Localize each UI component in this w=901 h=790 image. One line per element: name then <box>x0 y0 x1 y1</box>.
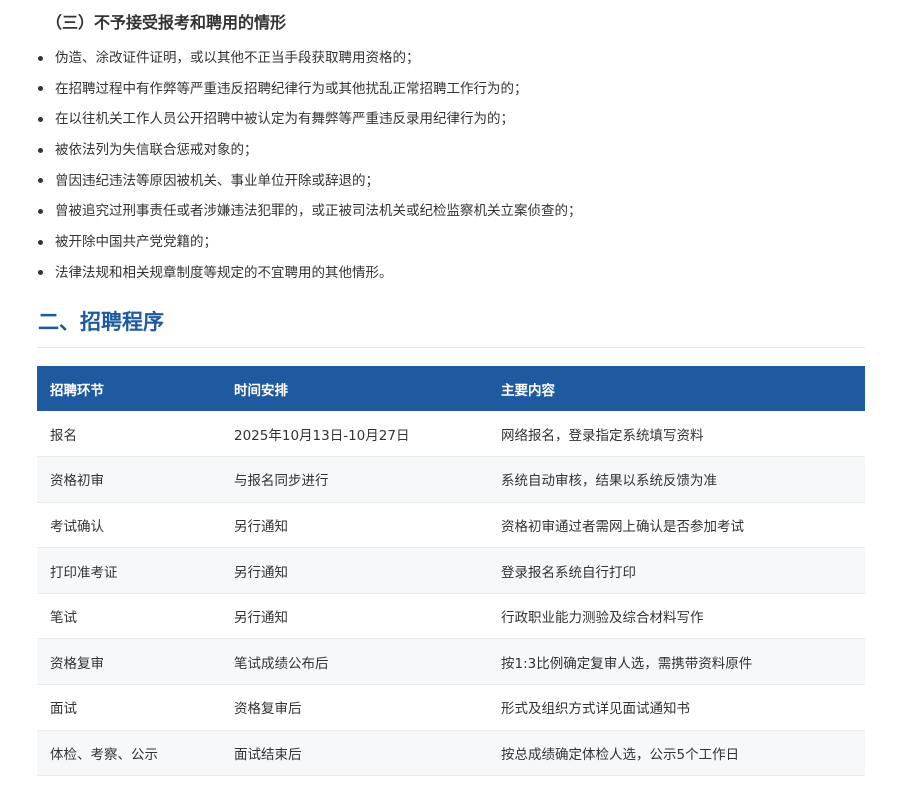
table-header-row: 招聘环节 时间安排 主要内容 <box>37 366 865 411</box>
column-header-schedule: 时间安排 <box>234 382 288 399</box>
column-header-content: 主要内容 <box>501 382 555 399</box>
column-header-stage: 招聘环节 <box>50 382 104 399</box>
cell-stage: 体检、考察、公示 <box>50 746 158 763</box>
list-item-text: 法律法规和相关规章制度等规定的不宜聘用的其他情形。 <box>55 264 393 281</box>
table-row: 笔试 另行通知 行政职业能力测验及综合材料写作 <box>37 593 865 639</box>
list-item-text: 被依法列为失信联合惩戒对象的； <box>55 142 258 159</box>
cell-schedule: 笔试成绩公布后 <box>234 655 329 672</box>
list-item: 曾被追究过刑事责任或者涉嫌违法犯罪的，或正被司法机关或纪检监察机关立案侦查的； <box>37 199 582 230</box>
bullet-icon <box>38 147 43 153</box>
list-item: 被开除中国共产党党籍的； <box>37 230 582 261</box>
list-item-text: 曾被追究过刑事责任或者涉嫌违法犯罪的，或正被司法机关或纪检监察机关立案侦查的； <box>55 203 582 220</box>
table-row: 资格复审 笔试成绩公布后 按1:3比例确定复审人选，需携带资料原件 <box>37 638 865 685</box>
cell-schedule: 另行通知 <box>234 564 288 581</box>
table-row: 资格初审 与报名同步进行 系统自动审核，结果以系统反馈为准 <box>37 456 865 503</box>
cell-stage: 报名 <box>50 427 77 444</box>
cell-content: 资格初审通过者需网上确认是否参加考试 <box>501 518 744 535</box>
bullet-icon <box>38 178 43 184</box>
cell-content: 形式及组织方式详见面试通知书 <box>501 701 690 718</box>
list-item: 法律法规和相关规章制度等规定的不宜聘用的其他情形。 <box>37 261 582 292</box>
cell-stage: 资格初审 <box>50 473 104 490</box>
table-row: 考试确认 另行通知 资格初审通过者需网上确认是否参加考试 <box>37 502 865 548</box>
cell-schedule: 2025年10月13日-10月27日 <box>234 427 410 444</box>
cell-content: 按总成绩确定体检人选，公示5个工作日 <box>501 746 740 763</box>
table-row: 体检、考察、公示 面试结束后 按总成绩确定体检人选，公示5个工作日 <box>37 730 865 776</box>
section-divider <box>37 347 865 348</box>
cell-content: 登录报名系统自行打印 <box>501 564 636 581</box>
recruitment-procedure-table: 招聘环节 时间安排 主要内容 报名 2025年10月13日-10月27日 网络报… <box>37 366 865 776</box>
cell-stage: 考试确认 <box>50 518 104 535</box>
list-item-text: 被开除中国共产党党籍的； <box>55 234 217 251</box>
cell-schedule: 资格复审后 <box>234 701 302 718</box>
table-row: 报名 2025年10月13日-10月27日 网络报名，登录指定系统填写资料 <box>37 411 865 457</box>
cell-stage: 面试 <box>50 701 77 718</box>
list-item-text: 在招聘过程中有作弊等严重违反招聘纪律行为或其他扰乱正常招聘工作行为的； <box>55 80 528 97</box>
bullet-icon <box>38 239 43 245</box>
list-item: 曾因违纪违法等原因被机关、事业单位开除或辞退的； <box>37 169 582 200</box>
exclusion-list: 伪造、涂改证件证明，或以其他不正当手段获取聘用资格的； 在招聘过程中有作弊等严重… <box>37 46 582 292</box>
list-item: 在招聘过程中有作弊等严重违反招聘纪律行为或其他扰乱正常招聘工作行为的； <box>37 77 582 108</box>
cell-content: 系统自动审核，结果以系统反馈为准 <box>501 473 717 490</box>
bullet-icon <box>38 55 43 61</box>
list-item-text: 曾因违纪违法等原因被机关、事业单位开除或辞退的； <box>55 172 379 189</box>
table-row: 面试 资格复审后 形式及组织方式详见面试通知书 <box>37 684 865 731</box>
cell-schedule: 面试结束后 <box>234 746 302 763</box>
cell-stage: 打印准考证 <box>50 564 118 581</box>
list-item: 在以往机关工作人员公开招聘中被认定为有舞弊等严重违反录用纪律行为的； <box>37 107 582 138</box>
cell-stage: 笔试 <box>50 610 77 627</box>
cell-content: 按1:3比例确定复审人选，需携带资料原件 <box>501 655 753 672</box>
cell-stage: 资格复审 <box>50 655 104 672</box>
list-item: 被依法列为失信联合惩戒对象的； <box>37 138 582 169</box>
cell-schedule: 另行通知 <box>234 518 288 535</box>
list-item: 伪造、涂改证件证明，或以其他不正当手段获取聘用资格的； <box>37 46 582 77</box>
list-item-text: 伪造、涂改证件证明，或以其他不正当手段获取聘用资格的； <box>55 50 420 66</box>
cell-content: 行政职业能力测验及综合材料写作 <box>501 610 704 627</box>
section-title: 二、招聘程序 <box>38 310 164 334</box>
table-row: 打印准考证 另行通知 登录报名系统自行打印 <box>37 547 865 594</box>
bullet-icon <box>38 208 43 214</box>
cell-schedule: 与报名同步进行 <box>234 473 329 490</box>
bullet-icon <box>38 86 43 92</box>
section-subheading: （三）不予接受报考和聘用的情形 <box>46 13 287 32</box>
list-item-text: 在以往机关工作人员公开招聘中被认定为有舞弊等严重违反录用纪律行为的； <box>55 111 514 128</box>
cell-schedule: 另行通知 <box>234 610 288 627</box>
bullet-icon <box>38 116 43 122</box>
cell-content: 网络报名，登录指定系统填写资料 <box>501 427 704 444</box>
bullet-icon <box>38 270 43 276</box>
